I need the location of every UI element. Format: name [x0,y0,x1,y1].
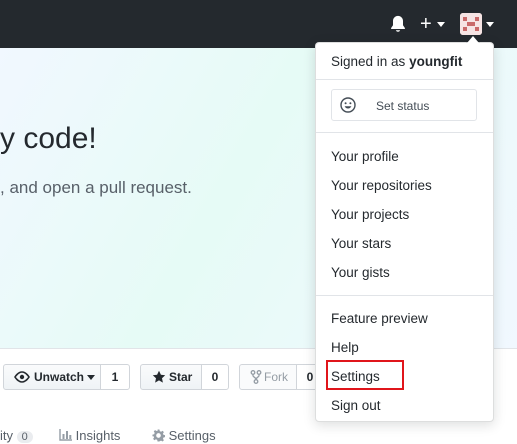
star-label: Star [169,370,193,384]
menu-item-your-stars[interactable]: Your stars [331,236,391,251]
star-button[interactable]: Star [140,364,202,390]
signed-in-prefix: Signed in as [331,54,406,69]
create-new-caret-icon[interactable] [437,22,445,27]
fork-icon [250,370,262,384]
menu-divider [316,79,493,80]
header-bar: + [0,0,517,48]
menu-item-feature-preview[interactable]: Feature preview [331,311,428,326]
menu-divider [316,132,493,133]
user-avatar[interactable] [460,13,482,35]
unwatch-caret-icon [87,375,95,380]
fork-button[interactable]: Fork [239,364,297,390]
tab-activity[interactable]: ity 0 [0,428,33,443]
menu-item-your-projects[interactable]: Your projects [331,207,409,222]
tab-activity-count: 0 [16,431,33,443]
star-count[interactable]: 0 [201,364,229,390]
menu-item-help[interactable]: Help [331,340,359,355]
signed-in-as: Signed in as youngfit [331,54,462,69]
tab-insights-label: Insights [75,428,121,443]
hero-heading: y code! [0,122,97,155]
menu-item-your-repositories[interactable]: Your repositories [331,178,432,193]
graph-icon [59,429,72,441]
star-icon [152,370,166,383]
eye-icon [14,371,30,383]
menu-item-your-profile[interactable]: Your profile [331,149,399,164]
menu-item-your-gists[interactable]: Your gists [331,265,390,280]
unwatch-button[interactable]: Unwatch [3,364,101,390]
fork-label: Fork [264,370,288,384]
create-new-plus-icon[interactable]: + [420,14,432,34]
tab-activity-label: ity [0,428,13,443]
notifications-bell-icon[interactable] [388,14,408,34]
dropdown-caret [466,35,480,43]
gear-icon [152,429,166,442]
tab-insights[interactable]: Insights [59,428,120,443]
avatar-caret-icon[interactable] [486,22,494,27]
watch-count[interactable]: 1 [100,364,130,390]
username[interactable]: youngfit [409,54,462,69]
tab-settings-label: Settings [168,428,216,443]
set-status-button[interactable]: Set status [331,89,477,121]
settings-highlight-box [326,360,404,390]
smiley-icon [340,97,356,113]
menu-divider [316,295,493,296]
hero-subtext: , and open a pull request. [0,178,192,197]
tab-settings[interactable]: Settings [152,428,216,443]
menu-item-sign-out[interactable]: Sign out [331,398,381,413]
set-status-label: Set status [376,99,430,113]
unwatch-label: Unwatch [34,370,85,384]
